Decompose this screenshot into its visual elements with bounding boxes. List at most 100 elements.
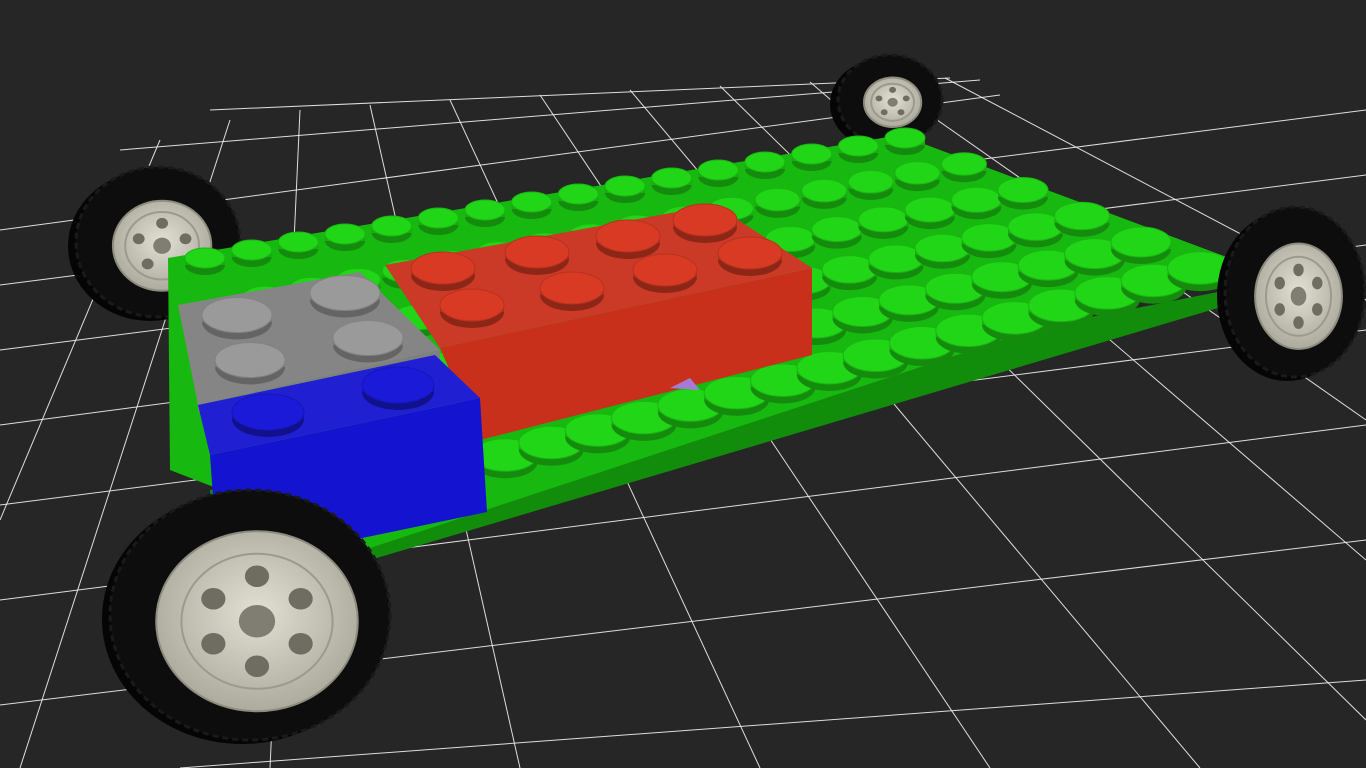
stud-top xyxy=(1054,201,1110,231)
stud-top xyxy=(417,207,459,229)
hub-hole xyxy=(902,95,910,102)
stud-top xyxy=(309,275,381,311)
hub-hole xyxy=(897,109,905,116)
baseplate-stud xyxy=(324,223,366,251)
gray-brick-stud xyxy=(214,342,286,385)
stud-top xyxy=(557,183,599,205)
stud-top xyxy=(651,167,693,189)
hub-hole xyxy=(1274,276,1285,290)
stud-top xyxy=(277,231,319,253)
stud-top xyxy=(857,206,909,233)
hub-hole xyxy=(1274,303,1285,316)
hub-hole xyxy=(889,86,897,93)
baseplate-stud xyxy=(837,135,879,163)
stud-top xyxy=(1110,226,1172,258)
baseplate-stud xyxy=(604,175,646,203)
baseplate-stud xyxy=(754,187,801,218)
hub-hole xyxy=(1293,263,1304,277)
red-brick-stud xyxy=(632,253,698,293)
hub-hole xyxy=(201,587,226,610)
stud-top xyxy=(717,236,783,270)
stud-top xyxy=(324,223,366,245)
stud-top xyxy=(894,161,941,185)
blue-brick-stud xyxy=(361,366,435,410)
gray-brick-stud xyxy=(201,297,273,340)
baseplate-stud xyxy=(697,159,739,187)
stud-top xyxy=(791,143,833,165)
baseplate-stud xyxy=(417,207,459,235)
stud-top xyxy=(904,196,956,223)
axle-hole xyxy=(887,97,898,107)
baseplate-stud xyxy=(847,170,894,201)
baseplate-stud xyxy=(811,216,863,249)
stud-top xyxy=(371,215,413,237)
stud-top xyxy=(214,342,286,378)
stud-top xyxy=(884,127,926,149)
stud-top xyxy=(744,151,786,173)
red-brick-stud xyxy=(672,203,738,243)
baseplate-stud xyxy=(231,239,273,267)
hub-hole xyxy=(201,632,226,655)
hub-hole xyxy=(156,217,169,229)
stud-top xyxy=(201,297,273,333)
stud-top xyxy=(632,253,698,287)
baseplate-stud xyxy=(904,196,956,230)
stud-top xyxy=(837,135,879,157)
baseplate-stud xyxy=(464,199,506,227)
baseplate-stud xyxy=(997,177,1049,210)
red-brick-stud xyxy=(439,288,505,328)
stud-top xyxy=(410,251,476,285)
baseplate-stud xyxy=(857,206,909,239)
baseplate-stud xyxy=(1110,226,1172,264)
stud-top xyxy=(672,203,738,237)
baseplate-stud xyxy=(371,215,413,243)
stud-top xyxy=(697,159,739,181)
baseplate-stud xyxy=(277,231,319,259)
hub-hole xyxy=(1312,303,1323,316)
stud-top xyxy=(941,152,987,176)
hub-hole xyxy=(880,109,888,116)
stud-top xyxy=(604,175,646,197)
gray-brick-stud xyxy=(332,320,404,363)
stud-top xyxy=(231,239,273,261)
axle-hole xyxy=(238,605,276,638)
stud-top xyxy=(361,366,435,404)
axle-hole xyxy=(1290,286,1307,306)
stud-top xyxy=(231,393,305,431)
3d-viewport[interactable] xyxy=(0,0,1366,768)
hub-hole xyxy=(875,95,883,102)
stud-top xyxy=(801,178,848,203)
stud-top xyxy=(439,288,505,322)
baseplate-stud xyxy=(950,186,1002,220)
stud-top xyxy=(511,191,553,213)
hub-hole xyxy=(244,655,270,678)
baseplate-stud xyxy=(801,178,848,209)
hub-hole xyxy=(1293,316,1304,329)
baseplate-stud xyxy=(184,247,226,275)
hub-hole xyxy=(244,565,270,588)
stud-top xyxy=(539,271,605,305)
baseplate-stud xyxy=(511,191,553,219)
baseplate-stud xyxy=(941,152,987,183)
axle-hole xyxy=(153,237,171,254)
stud-top xyxy=(332,320,404,356)
red-brick-stud xyxy=(717,236,783,276)
blue-brick-stud xyxy=(231,393,305,437)
red-brick-stud xyxy=(504,235,570,275)
baseplate-stud xyxy=(557,183,599,211)
gray-brick-stud xyxy=(309,275,381,318)
baseplate-stud xyxy=(651,167,693,195)
baseplate-stud xyxy=(1054,201,1110,237)
hub-hole xyxy=(288,587,313,610)
red-brick-stud xyxy=(539,271,605,311)
baseplate-stud xyxy=(791,143,833,171)
stud-top xyxy=(595,219,661,253)
red-brick-stud xyxy=(410,251,476,291)
stud-top xyxy=(847,170,894,194)
stud-top xyxy=(504,235,570,269)
baseplate-stud xyxy=(894,161,941,192)
hub-hole xyxy=(1312,276,1323,290)
stud-top xyxy=(997,177,1049,203)
baseplate-stud xyxy=(884,127,926,155)
hub-hole xyxy=(288,632,313,655)
